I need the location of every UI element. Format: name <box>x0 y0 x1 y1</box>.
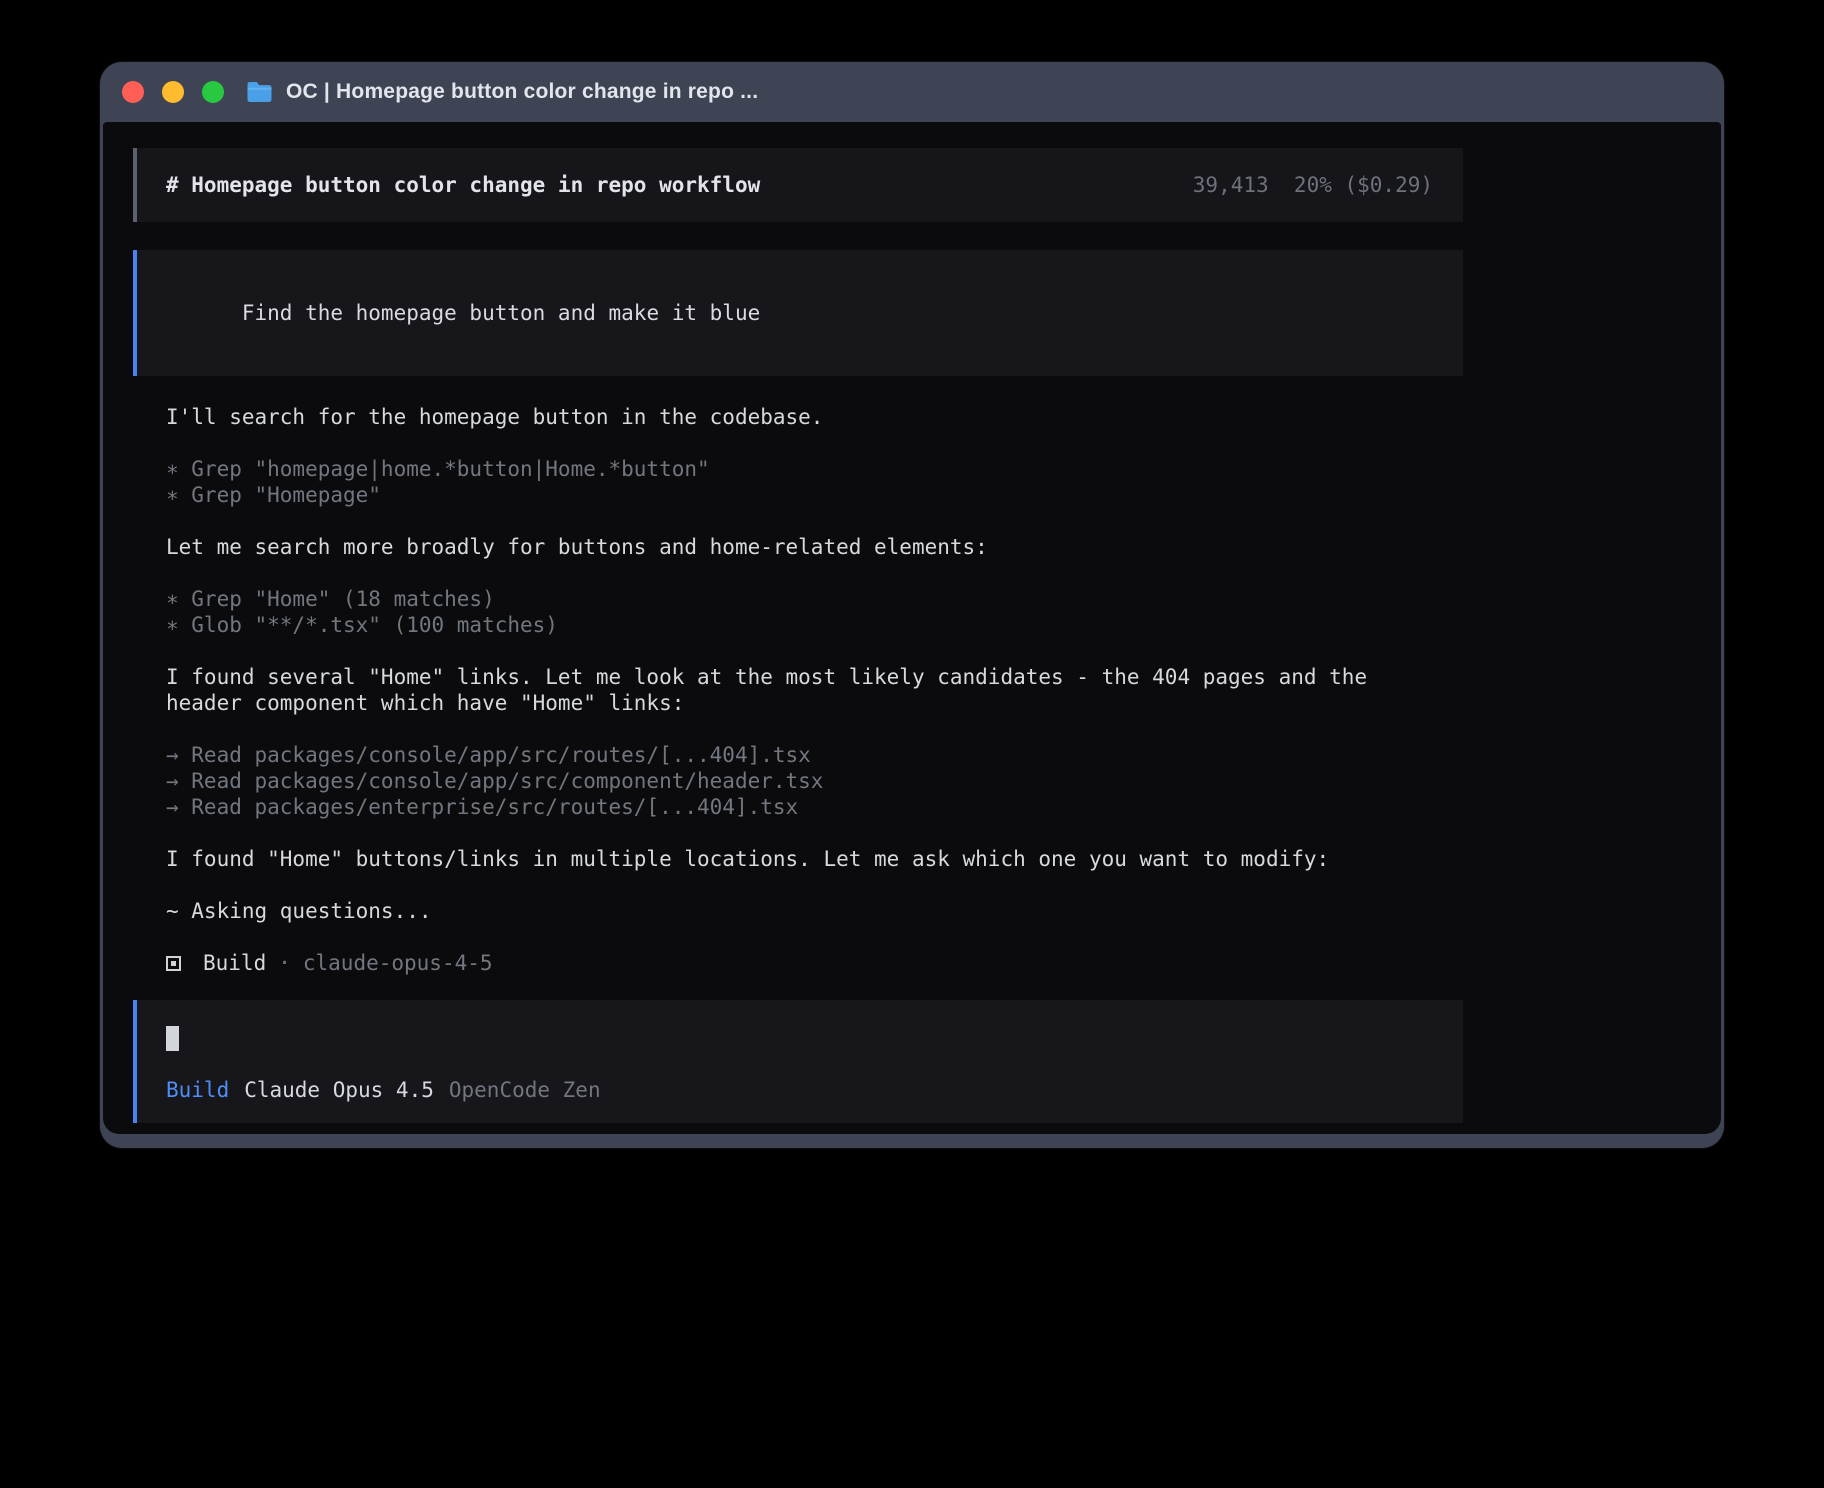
provider-label: OpenCode Zen <box>449 1077 601 1103</box>
session-token-stats: 39,413 20% ($0.29) <box>1193 172 1433 198</box>
assistant-paragraph: I found several "Home" links. Let me loo… <box>166 664 1463 716</box>
asking-questions-text: ~ Asking questions... <box>166 898 1463 924</box>
tool-call-grep: ∗ Grep "homepage|home.*button|Home.*butt… <box>166 456 1463 482</box>
session-title: # Homepage button color change in repo w… <box>166 172 760 198</box>
user-message: Find the homepage button and make it blu… <box>133 250 1463 376</box>
assistant-paragraph: Let me search more broadly for buttons a… <box>166 534 1463 560</box>
agent-name: Build <box>203 950 266 976</box>
assistant-text: I'll search for the homepage button in t… <box>166 404 1463 430</box>
user-message-text: Find the homepage button and make it blu… <box>242 301 760 325</box>
model-label[interactable]: Claude Opus 4.5 <box>244 1077 434 1103</box>
assistant-text: I found several "Home" links. Let me loo… <box>166 664 1463 690</box>
tool-call-grep: ∗ Grep "Homepage" <box>166 482 1463 508</box>
traffic-lights <box>122 81 224 103</box>
mode-label[interactable]: Build <box>166 1077 229 1103</box>
agent-status-row: Build · claude-opus-4-5 <box>133 950 1463 976</box>
window-titlebar[interactable]: OC | Homepage button color change in rep… <box>100 62 1724 122</box>
close-button[interactable] <box>122 81 144 103</box>
folder-icon <box>246 81 273 103</box>
assistant-paragraph: ~ Asking questions... <box>166 898 1463 924</box>
prompt-input[interactable]: Build Claude Opus 4.5 OpenCode Zen <box>133 1000 1463 1123</box>
terminal-content: # Homepage button color change in repo w… <box>103 122 1721 1134</box>
tool-call-grep: ∗ Grep "Home" (18 matches) <box>166 586 1463 612</box>
agent-model: claude-opus-4-5 <box>303 950 493 976</box>
assistant-text: I found "Home" buttons/links in multiple… <box>166 846 1463 872</box>
window-title: OC | Homepage button color change in rep… <box>286 80 758 104</box>
titlebar-title-group: OC | Homepage button color change in rep… <box>246 80 758 104</box>
tool-call-read: → Read packages/enterprise/src/routes/[.… <box>166 794 1463 820</box>
tool-calls: → Read packages/console/app/src/routes/[… <box>166 742 1463 820</box>
text-cursor <box>166 1026 179 1051</box>
session-header: # Homepage button color change in repo w… <box>133 148 1463 222</box>
tool-call-read: → Read packages/console/app/src/routes/[… <box>166 742 1463 768</box>
tool-calls: ∗ Grep "Home" (18 matches) ∗ Glob "**/*.… <box>166 586 1463 638</box>
agent-build-icon <box>166 956 181 971</box>
assistant-text: header component which have "Home" links… <box>166 690 1463 716</box>
tool-call-glob: ∗ Glob "**/*.tsx" (100 matches) <box>166 612 1463 638</box>
terminal-window: OC | Homepage button color change in rep… <box>100 62 1724 1148</box>
status-separator: · <box>278 950 291 976</box>
assistant-paragraph: I'll search for the homepage button in t… <box>166 404 1463 430</box>
assistant-paragraph: I found "Home" buttons/links in multiple… <box>166 846 1463 872</box>
zoom-button[interactable] <box>202 81 224 103</box>
input-meta-row: Build Claude Opus 4.5 OpenCode Zen <box>166 1077 1433 1103</box>
conversation[interactable]: I'll search for the homepage button in t… <box>133 404 1463 950</box>
tool-calls: ∗ Grep "homepage|home.*button|Home.*butt… <box>166 456 1463 508</box>
tool-call-read: → Read packages/console/app/src/componen… <box>166 768 1463 794</box>
minimize-button[interactable] <box>162 81 184 103</box>
assistant-text: Let me search more broadly for buttons a… <box>166 534 1463 560</box>
